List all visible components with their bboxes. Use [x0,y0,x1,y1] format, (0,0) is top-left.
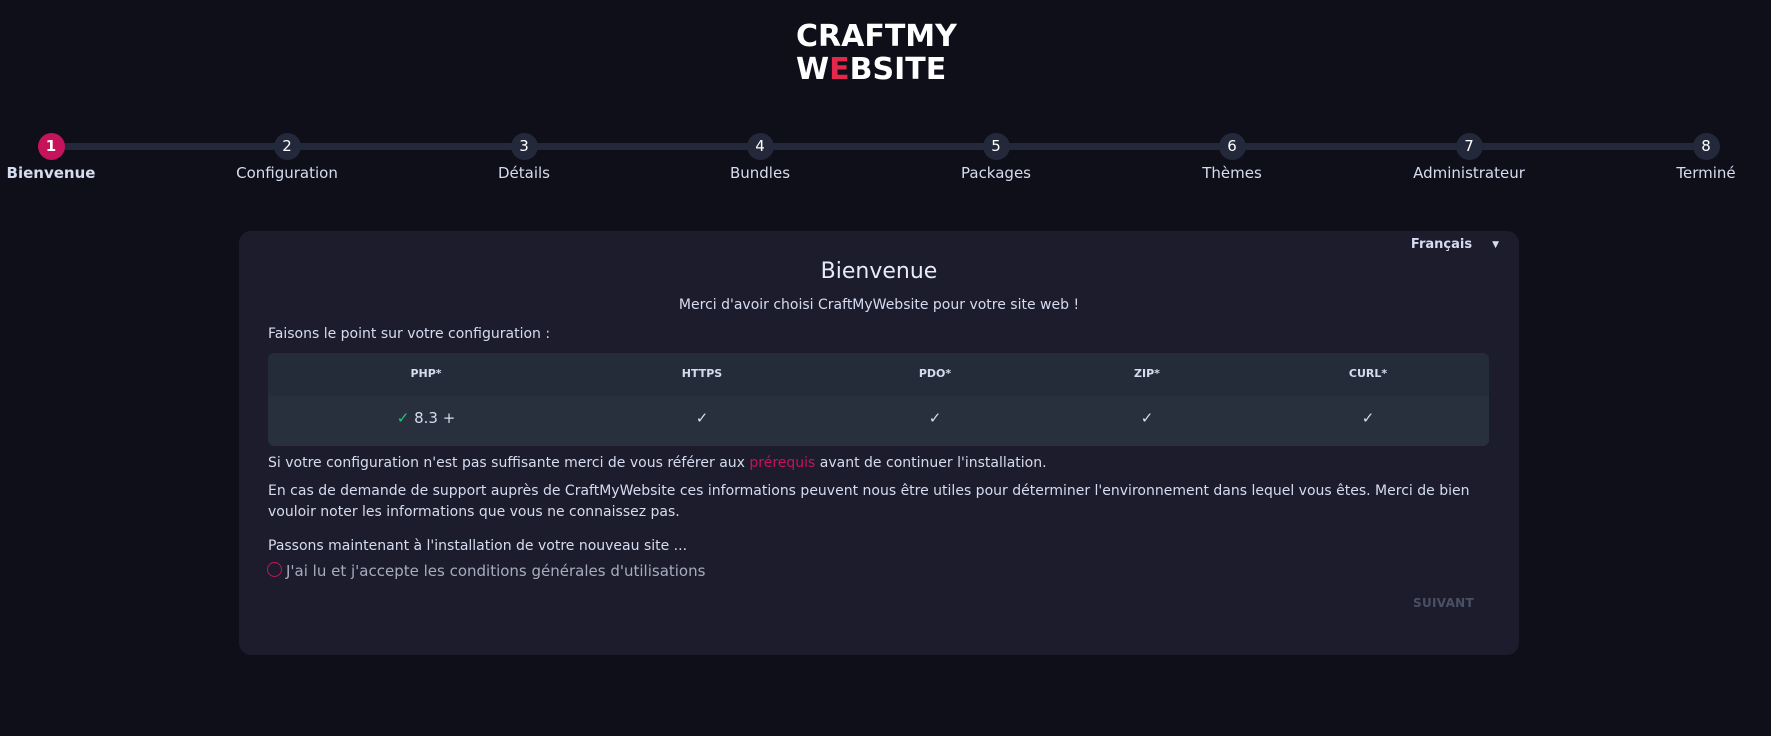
prerequisites-link[interactable]: prérequis [749,455,815,471]
prereq-text-before: Si votre configuration n'est pas suffisa… [268,455,750,471]
logo-line-1: CRAFTMY [796,19,957,54]
check-icon: ✓ [695,409,709,427]
step-bienvenue: 1 Bienvenue [0,133,141,182]
logo-letter-w: W [796,52,830,87]
step-details: 3 Détails [434,133,614,182]
terms-checkbox[interactable] [267,561,282,577]
logo-letter-e-accent: E [829,52,850,87]
check-icon: ✓ [396,409,410,427]
step-bundles: 4 Bundles [670,133,850,182]
check-icon: ✓ [928,409,942,427]
step-label: Bienvenue [6,164,96,182]
header-pdo: PDO* [918,367,952,380]
step-number: 2 [273,133,301,160]
step-number: 3 [510,133,538,160]
terms-checkbox-row[interactable]: J'ai lu et j'accepte les conditions géné… [267,561,705,580]
check-icon: ✓ [1361,409,1375,427]
step-label: Packages [961,164,1031,182]
logo-letters-bsite: BSITE [849,52,947,87]
step-administrateur: 7 Administrateur [1379,133,1559,182]
page-title: Bienvenue [820,259,938,284]
step-number: 6 [1218,133,1246,160]
install-stepper: 1 Bienvenue 2 Configuration 3 Détails 4 … [0,133,1771,193]
step-label: Configuration [236,164,338,182]
step-configuration: 2 Configuration [197,133,377,182]
prereq-text-after: avant de continuer l'installation. [815,455,1047,471]
next-button[interactable]: SUIVANT [1413,596,1474,610]
step-number: 8 [1692,133,1720,160]
check-icon: ✓ [1140,409,1154,427]
welcome-card: Français ▼ Bienvenue Merci d'avoir chois… [239,231,1519,655]
prerequisites-notice: Si votre configuration n'est pas suffisa… [268,453,1047,474]
requirements-header-row: PHP* HTTPS PDO* ZIP* CURL* [268,353,1489,396]
language-value: Français [1410,237,1473,252]
step-label: Administrateur [1413,164,1525,182]
terms-label[interactable]: J'ai lu et j'accepte les conditions géné… [286,562,705,580]
step-themes: 6 Thèmes [1142,133,1322,182]
support-notice: En cas de demande de support auprès de C… [268,483,1470,520]
step-label: Détails [497,164,550,182]
craftmywebsite-logo: CRAFTMY WEBSITE [796,22,958,88]
php-status: ✓ 8.3 + [397,409,456,427]
header-zip: ZIP* [1134,367,1160,380]
step-number: 5 [982,133,1010,160]
next-step-notice: Passons maintenant à l'installation de v… [268,538,688,554]
caret-down-icon: ▼ [1492,239,1499,250]
step-number: 7 [1455,133,1483,160]
logo-line-2: WEBSITE [796,55,958,88]
requirements-table: PHP* HTTPS PDO* ZIP* CURL* ✓ 8.3 + ✓ ✓ ✓… [268,353,1489,446]
header-php: PHP* [410,367,442,380]
header-https: HTTPS [681,367,723,380]
requirements-status-row: ✓ 8.3 + ✓ ✓ ✓ ✓ [268,396,1489,446]
language-selector[interactable]: Français ▼ [1411,237,1499,252]
step-termine: 8 Terminé [1616,133,1771,182]
step-packages: 5 Packages [906,133,1086,182]
welcome-subtitle: Merci d'avoir choisi CraftMyWebsite pour… [678,297,1080,313]
step-label: Bundles [729,164,791,182]
step-label: Thèmes [1202,164,1262,182]
step-label: Terminé [1676,164,1736,182]
config-intro: Faisons le point sur votre configuration… [268,326,551,342]
step-number: 1 [37,133,65,160]
header-curl: CURL* [1348,367,1388,380]
step-number: 4 [746,133,774,160]
php-version: 8.3 + [414,409,456,427]
